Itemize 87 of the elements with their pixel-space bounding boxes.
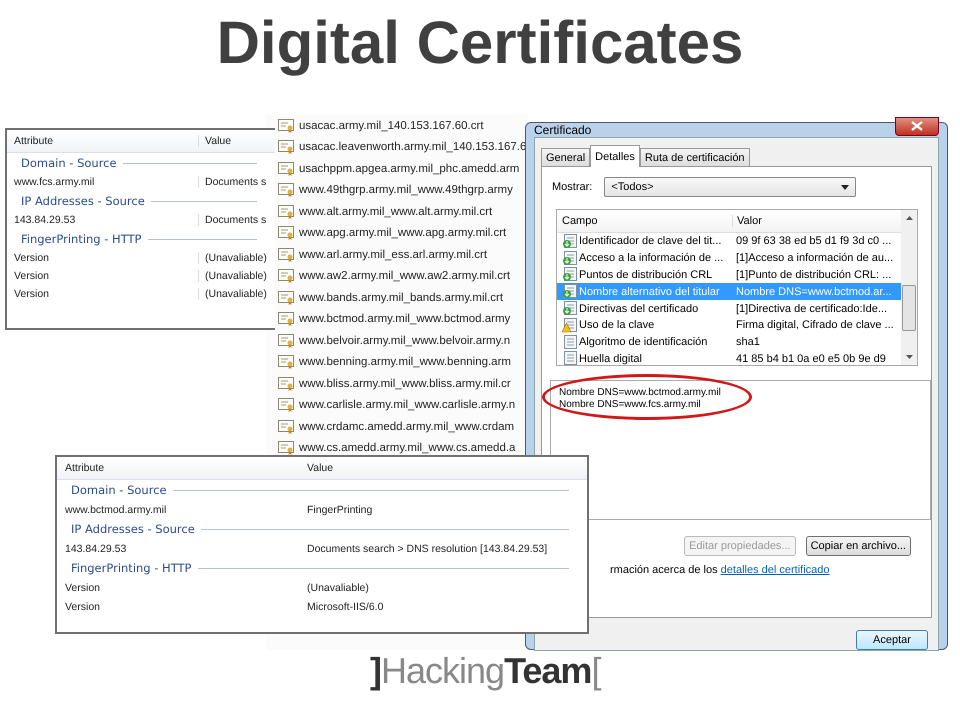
file-item[interactable]: www.carlisle.army.mil_www.carlisle.army.n	[266, 394, 528, 416]
table-cell-text: Version	[13, 252, 50, 264]
table-cell-text: www.fcs.army.mil	[13, 176, 96, 188]
certificate-icon	[278, 398, 294, 412]
slide-title: Digital Certificates	[216, 8, 744, 77]
certificate-icon	[278, 226, 294, 240]
certificate-icon	[278, 248, 294, 262]
detail-line: Nombre DNS=www.bctmod.army.mil	[559, 387, 722, 399]
detail-line: Nombre DNS=www.fcs.army.mil	[559, 399, 702, 411]
table-cell-text: FingerPrinting	[306, 504, 372, 516]
certificate-icon	[278, 334, 294, 348]
column-header[interactable]: Attribute	[57, 462, 301, 474]
file-item[interactable]: www.cs.amedd.army.mil_www.cs.amedd.a	[266, 438, 528, 459]
download-icon	[562, 234, 577, 249]
table-cell: (Unavaliable)	[198, 270, 267, 282]
table-cell: (Unavaliable)	[198, 252, 267, 264]
download-icon	[562, 267, 577, 282]
table-cell-text: Version	[64, 582, 102, 594]
table-cell-text: Version	[13, 288, 50, 300]
column-header[interactable]: Value	[198, 135, 232, 147]
download-icon	[562, 301, 577, 316]
table-cell-text: Documents search > DNS resolution [143.84.29.53]	[306, 542, 548, 554]
certificate-icon	[278, 290, 294, 305]
certificate-icon	[278, 204, 294, 219]
table-cell-text: Version	[64, 600, 102, 612]
dropdown[interactable]: <Todos>	[604, 177, 856, 197]
field-row[interactable]: Algoritmo de identificación sha1	[557, 334, 901, 351]
scroll-up-icon[interactable]	[906, 216, 912, 220]
warning-icon	[562, 318, 577, 333]
certificate-icon	[278, 140, 294, 154]
table-cell-text: Version	[13, 270, 50, 282]
file-item[interactable]: www.crdamc.amedd.army.mil_www.crdam	[266, 416, 528, 438]
group-heading: FingerPrinting - HTTP	[21, 232, 142, 246]
table-cell-text: 143.84.29.53	[13, 214, 76, 226]
field-row[interactable]: Acceso a la información de ... [1]Acceso a información de au...	[557, 250, 901, 267]
window-title: Certificado	[534, 123, 592, 137]
column-header[interactable]: Value	[301, 462, 334, 474]
file-item[interactable]: www.bliss.army.mil_www.bliss.army.mil.cr	[266, 373, 528, 394]
file-item[interactable]: usacac.army.mil_140.153.167.60.crt	[266, 115, 528, 136]
certificate-icon	[278, 312, 294, 326]
group-heading: IP Addresses - Source	[21, 194, 145, 208]
field-row[interactable]: Identificador de clave del tit... 09 9f 63 38 ed b5 d1 f9 3d c0 ...	[557, 233, 901, 250]
field-row[interactable]: Huella digital 41 85 b4 b1 0a e0 e5 0b 9e d9	[557, 350, 901, 365]
table-cell: Documents s	[198, 214, 266, 226]
scroll-down-icon[interactable]	[906, 355, 912, 359]
download-icon	[562, 284, 577, 300]
link[interactable]: detalles del certificado	[720, 564, 830, 576]
group-heading: Domain - Source	[71, 483, 167, 497]
file-item[interactable]: www.benning.army.mil_www.benning.arm	[266, 352, 528, 373]
dialog-button[interactable]: Copiar en archivo...	[806, 536, 911, 556]
info-text: rmación acerca de los	[610, 564, 719, 576]
table-cell: (Unavaliable)	[198, 288, 267, 300]
column-header[interactable]: Campo	[557, 215, 732, 227]
scrollbar[interactable]	[901, 210, 917, 365]
column-header[interactable]: Attribute	[7, 135, 198, 147]
logo: ]HackingTeam[	[370, 650, 600, 692]
field-row[interactable]: Directivas del certificado [1]Directiva de certificado:Ide...	[557, 300, 901, 317]
column-header[interactable]: Valor	[732, 215, 762, 227]
caret-icon	[841, 184, 850, 190]
table-cell-text: (Unavaliable)	[306, 582, 369, 594]
document-icon	[562, 334, 577, 350]
file-item[interactable]: www.belvoir.army.mil_www.belvoir.army.n	[266, 330, 528, 352]
certificate-icon	[278, 269, 294, 284]
close-icon	[911, 121, 923, 131]
certificate-icon	[278, 376, 294, 391]
certificate-icon	[278, 420, 294, 434]
table-cell-text: Microsoft-IIS/6.0	[306, 600, 384, 612]
certificate-icon	[278, 355, 294, 370]
field-row[interactable]: Uso de la clave Firma digital, Cifrado de clave ...	[557, 316, 901, 334]
certificate-icon	[278, 162, 294, 176]
certificate-icon	[278, 118, 294, 133]
certificate-icon	[278, 183, 294, 198]
download-icon	[562, 250, 577, 266]
tab[interactable]: Detalles	[590, 145, 640, 167]
field-row[interactable]: Puntos de distribución CRL [1]Punto de distribución CRL: ...	[557, 266, 901, 284]
field-label: Mostrar:	[552, 181, 592, 193]
group-heading: Domain - Source	[21, 156, 117, 170]
table-cell-text: www.bctmod.army.mil	[64, 504, 168, 516]
table-cell: Documents s	[198, 176, 266, 188]
detail-text-area[interactable]: Nombre DNS=www.bctmod.army.mil Nombre DNS=www.fcs.army.mil	[550, 380, 931, 520]
group-heading: IP Addresses - Source	[71, 522, 195, 536]
table-cell-text: 143.84.29.53	[64, 542, 128, 554]
ok-button[interactable]: Aceptar	[856, 630, 928, 650]
tab[interactable]: General	[541, 148, 590, 166]
tab[interactable]: Ruta de certificación	[640, 148, 750, 166]
close-button[interactable]	[895, 116, 939, 136]
group-heading: FingerPrinting - HTTP	[71, 561, 192, 575]
